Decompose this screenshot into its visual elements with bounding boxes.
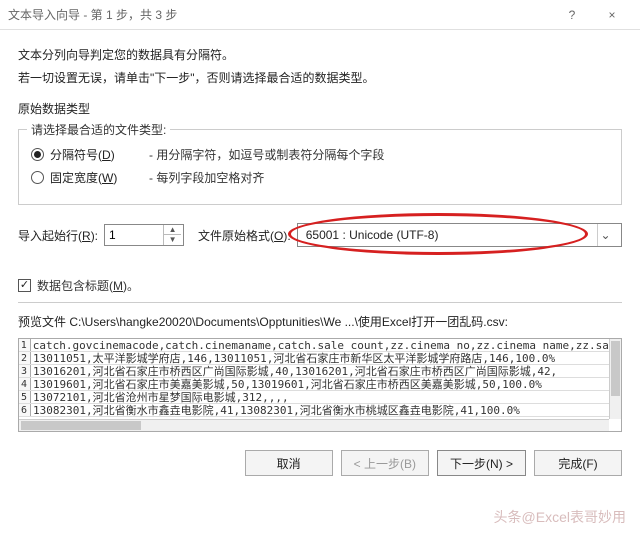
scroll-thumb[interactable] [21, 421, 141, 430]
divider [18, 302, 622, 303]
close-button[interactable]: × [592, 0, 632, 30]
next-button[interactable]: 下一步(N) > [437, 450, 526, 476]
watermark: 头条@Excel表哥妙用 [494, 507, 626, 527]
preview-line: 613082301,河北省衡水市鑫垚电影院,41,13082301,河北省衡水市… [19, 404, 609, 417]
file-type-legend: 请选择最合适的文件类型: [27, 121, 170, 138]
preview-label: 预览文件 C:\Users\hangke20020\Documents\Oppt… [18, 313, 622, 330]
encoding-wrap: 文件原始格式(O): 65001 : Unicode (UTF-8) ⌄ [198, 223, 622, 247]
preview-box: 1catch.govcinemacode,catch.cinemaname,ca… [18, 338, 622, 432]
encoding-select[interactable]: 65001 : Unicode (UTF-8) ⌄ [297, 223, 622, 247]
encoding-label: 文件原始格式(O): [198, 227, 291, 244]
start-row-spinner[interactable]: ▲ ▼ [104, 224, 184, 246]
radio-fixed-width[interactable] [31, 171, 44, 184]
title-bar: 文本导入向导 - 第 1 步，共 3 步 ? × [0, 0, 640, 30]
window-title: 文本导入向导 - 第 1 步，共 3 步 [8, 6, 552, 23]
line-number: 1 [19, 339, 31, 351]
has-headers-label: 数据包含标题(M)。 [37, 277, 139, 294]
line-text: 13011051,太平洋影城学府店,146,13011051,河北省石家庄市新华… [31, 352, 555, 364]
intro-line-1: 文本分列向导判定您的数据具有分隔符。 [18, 46, 622, 63]
preview-line: 513072101,河北省沧州市星梦国际电影城,312,,,, [19, 391, 609, 404]
cancel-button[interactable]: 取消 [245, 450, 333, 476]
horizontal-scrollbar[interactable] [19, 419, 609, 431]
dialog-content: 文本分列向导判定您的数据具有分隔符。 若一切设置无误，请单击"下一步"，否则请选… [0, 30, 640, 482]
intro-text: 文本分列向导判定您的数据具有分隔符。 若一切设置无误，请单击"下一步"，否则请选… [18, 46, 622, 86]
radio-delimited-desc: - 用分隔字符，如逗号或制表符分隔每个字段 [149, 146, 384, 163]
has-headers-row[interactable]: 数据包含标题(M)。 [18, 277, 622, 294]
radio-fixed-row[interactable]: 固定宽度(W) - 每列字段加空格对齐 [31, 169, 609, 186]
line-text: 13019601,河北省石家庄市美嘉美影城,50,13019601,河北省石家庄… [31, 378, 542, 390]
vertical-scrollbar[interactable] [609, 339, 621, 419]
chevron-down-icon[interactable]: ⌄ [597, 224, 613, 246]
line-number: 2 [19, 352, 31, 364]
radio-delimited[interactable] [31, 148, 44, 161]
scroll-thumb[interactable] [611, 341, 620, 396]
radio-delimited-label: 分隔符号(D) [50, 146, 115, 163]
start-row-label: 导入起始行(R): [18, 227, 98, 244]
preview-line: 413019601,河北省石家庄市美嘉美影城,50,13019601,河北省石家… [19, 378, 609, 391]
button-row: 取消 < 上一步(B) 下一步(N) > 完成(F) [18, 450, 622, 476]
line-text: 13016201,河北省石家庄市桥西区广尚国际影城,40,13016201,河北… [31, 365, 557, 377]
radio-fixed-label: 固定宽度(W) [50, 169, 117, 186]
file-type-group: 请选择最合适的文件类型: 分隔符号(D) - 用分隔字符，如逗号或制表符分隔每个… [18, 129, 622, 205]
start-row-input[interactable] [105, 225, 163, 245]
line-number: 4 [19, 378, 31, 390]
import-origin-row: 导入起始行(R): ▲ ▼ 文件原始格式(O): 65001 : Unicode… [18, 223, 622, 247]
spinner-down-icon[interactable]: ▼ [164, 235, 181, 245]
line-text: 13072101,河北省沧州市星梦国际电影城,312,,,, [31, 391, 289, 403]
preview-lines: 1catch.govcinemacode,catch.cinemaname,ca… [19, 339, 609, 419]
line-text: 13082301,河北省衡水市鑫垚电影院,41,13082301,河北省衡水市桃… [31, 404, 520, 416]
back-button: < 上一步(B) [341, 450, 429, 476]
line-number: 6 [19, 404, 31, 416]
finish-button[interactable]: 完成(F) [534, 450, 622, 476]
preview-line: 213011051,太平洋影城学府店,146,13011051,河北省石家庄市新… [19, 352, 609, 365]
encoding-value: 65001 : Unicode (UTF-8) [306, 228, 597, 242]
radio-fixed-desc: - 每列字段加空格对齐 [149, 169, 264, 186]
intro-line-2: 若一切设置无误，请单击"下一步"，否则请选择最合适的数据类型。 [18, 69, 622, 86]
line-number: 5 [19, 391, 31, 403]
spinner-up-icon[interactable]: ▲ [164, 225, 181, 235]
radio-delimited-row[interactable]: 分隔符号(D) - 用分隔字符，如逗号或制表符分隔每个字段 [31, 146, 609, 163]
preview-line: 313016201,河北省石家庄市桥西区广尚国际影城,40,13016201,河… [19, 365, 609, 378]
line-text: catch.govcinemacode,catch.cinemaname,cat… [31, 339, 609, 351]
original-data-type-heading: 原始数据类型 [18, 100, 622, 117]
line-number: 3 [19, 365, 31, 377]
preview-line: 1catch.govcinemacode,catch.cinemaname,ca… [19, 339, 609, 352]
has-headers-checkbox[interactable] [18, 279, 31, 292]
help-button[interactable]: ? [552, 0, 592, 30]
